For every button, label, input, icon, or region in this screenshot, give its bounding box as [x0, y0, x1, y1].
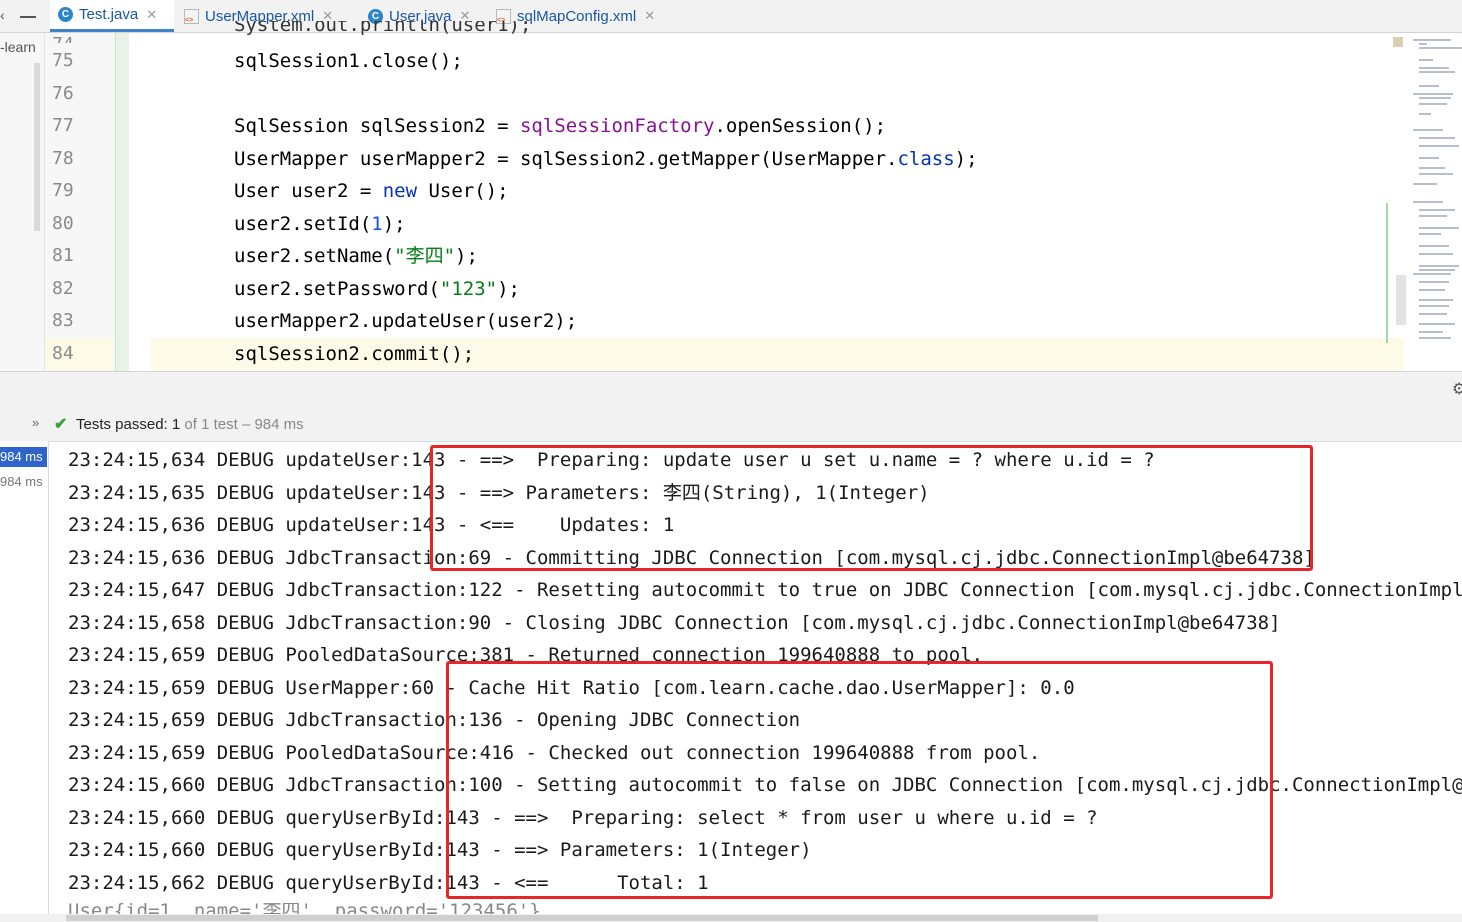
- test-tree: 984 ms 984 ms: [0, 441, 49, 922]
- tab-scroll-left-icon[interactable]: ‹: [0, 7, 5, 23]
- minimap-line: [1413, 39, 1451, 41]
- code-editor[interactable]: System.out.println(user1); sqlSession1.c…: [129, 21, 1407, 371]
- minimap-line: [1419, 67, 1449, 69]
- close-icon[interactable]: ✕: [644, 8, 655, 24]
- project-panel-strip: -learn: [0, 33, 45, 371]
- code-line[interactable]: SqlSession sqlSession2 = sqlSessionFacto…: [234, 110, 886, 142]
- minimap-line: [1413, 129, 1443, 131]
- test-status-detail: of 1 test – 984 ms: [184, 416, 304, 433]
- xml-file-icon: [184, 8, 199, 24]
- minimap-line: [1419, 299, 1453, 301]
- test-status: Tests passed: 1 of 1 test – 984 ms: [76, 416, 304, 433]
- line-number: 74: [52, 29, 74, 43]
- code-line[interactable]: User user2 = new User();: [234, 175, 509, 207]
- line-number: 83: [52, 310, 74, 331]
- editor-scrollbar[interactable]: [1396, 275, 1406, 325]
- minimap-line: [1419, 209, 1455, 211]
- minimap-line: [1413, 93, 1453, 95]
- project-label[interactable]: -learn: [0, 39, 36, 55]
- minimap-line: [1419, 337, 1451, 339]
- console-line: 23:24:15,658 DEBUG JdbcTransaction:90 - …: [68, 612, 1281, 634]
- code-line[interactable]: UserMapper userMapper2 = sqlSession2.get…: [234, 143, 978, 175]
- minimap-line: [1419, 145, 1459, 147]
- minimap-line: [1419, 85, 1439, 87]
- minimap-line: [1419, 71, 1455, 73]
- code-line-current[interactable]: sqlSession2.commit();: [150, 338, 1404, 370]
- close-icon[interactable]: ✕: [146, 7, 157, 23]
- minimap-line: [1419, 59, 1433, 61]
- highlight-box-update: [430, 445, 1313, 571]
- minimap-line: [1419, 245, 1449, 247]
- minimap-line: [1419, 173, 1453, 175]
- test-status-count: 1: [171, 416, 181, 433]
- minimap-line: [1419, 253, 1453, 255]
- console-hscrollbar[interactable]: [0, 914, 1462, 922]
- inspection-marker[interactable]: [1393, 37, 1403, 47]
- minimap-line: [1419, 215, 1447, 217]
- highlight-box-query: [446, 661, 1273, 899]
- code-line[interactable]: user2.setName("李四");: [234, 240, 478, 272]
- minimap-line: [1419, 331, 1443, 333]
- line-number: 81: [52, 245, 74, 266]
- tab-label: Test.java: [79, 6, 139, 23]
- console-line: 23:24:15,647 DEBUG JdbcTransaction:122 -…: [68, 579, 1462, 601]
- minimap-line: [1413, 273, 1451, 275]
- scrollbar-thumb[interactable]: [66, 915, 1098, 921]
- line-number-current: 84: [45, 338, 113, 370]
- minimap-line: [1419, 113, 1431, 115]
- code-line-partial[interactable]: System.out.println(user1);: [234, 21, 531, 35]
- expand-chevron-icon[interactable]: »: [32, 415, 39, 430]
- test-tree-item[interactable]: 984 ms: [0, 474, 43, 489]
- line-number: 75: [52, 50, 74, 71]
- minimap-line: [1413, 183, 1437, 185]
- tab-label: sqlMapConfig.xml: [517, 7, 637, 25]
- minimize-icon[interactable]: [20, 16, 36, 18]
- code-line[interactable]: userMapper2.updateUser(user2);: [234, 305, 577, 337]
- minimap-line: [1419, 265, 1459, 267]
- minimap-line: [1419, 233, 1441, 235]
- code-line[interactable]: user2.setId(1);: [234, 208, 406, 240]
- line-number: 77: [52, 115, 74, 136]
- line-number: 76: [52, 83, 74, 104]
- minimap-line: [1419, 157, 1439, 159]
- class-icon: C: [58, 7, 73, 22]
- minimap-line: [1419, 289, 1445, 291]
- test-tree-item-selected[interactable]: 984 ms: [0, 447, 47, 467]
- tab-test-java[interactable]: C Test.java ✕: [50, 0, 174, 32]
- run-status-bar: » ✔ Tests passed: 1 of 1 test – 984 ms: [0, 407, 1462, 442]
- minimap-line: [1419, 103, 1447, 105]
- minimap-line: [1419, 305, 1449, 307]
- test-status-label: Tests passed:: [76, 416, 168, 433]
- line-number: 80: [52, 213, 74, 234]
- minimap-line: [1419, 97, 1451, 99]
- minimap-line: [1419, 167, 1445, 169]
- panel-splitter[interactable]: [0, 371, 1462, 408]
- minimap-line: [1419, 43, 1427, 45]
- gutter-fold-area: [115, 33, 130, 371]
- project-scrollbar[interactable]: [34, 63, 40, 231]
- check-icon: ✔: [54, 416, 68, 433]
- code-line[interactable]: sqlSession1.close();: [234, 45, 463, 77]
- minimap-line: [1419, 227, 1459, 229]
- code-line[interactable]: user2.setPassword("123");: [234, 273, 520, 305]
- line-number: 78: [52, 148, 74, 169]
- gear-icon[interactable]: ⚙: [1452, 379, 1462, 398]
- minimap-line: [1419, 323, 1455, 325]
- minimap-line: [1419, 47, 1462, 49]
- minimap-line: [1419, 269, 1455, 271]
- vcs-change-bar: [1386, 203, 1388, 343]
- line-number: 82: [52, 278, 74, 299]
- minimap-line: [1419, 281, 1449, 283]
- minimap-line: [1419, 313, 1447, 315]
- minimap-line: [1419, 137, 1455, 139]
- minimap-line: [1413, 201, 1443, 203]
- editor-tab-bar: ‹ C Test.java ✕ UserMapper.xml ✕ C User.…: [0, 0, 1462, 33]
- line-number: 79: [52, 180, 74, 201]
- minimap[interactable]: [1407, 33, 1462, 371]
